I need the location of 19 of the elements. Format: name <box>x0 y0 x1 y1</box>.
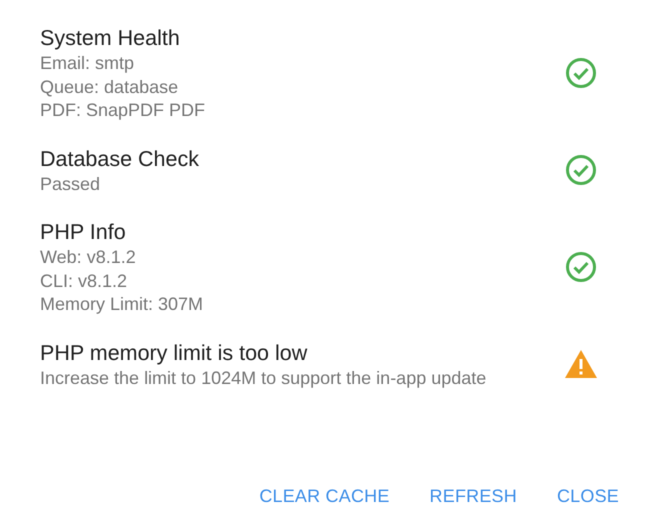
check-detail: CLI: v8.1.2 <box>40 270 128 292</box>
check-circle-icon <box>565 57 597 90</box>
check-detail: Web: v8.1.2 <box>40 246 137 269</box>
check-circle-icon <box>565 154 597 186</box>
check-title: PHP memory limit is too low <box>40 340 308 366</box>
check-detail: Email: smtp <box>40 52 136 75</box>
check-title: PHP Info <box>40 219 127 246</box>
check-title: System Health <box>40 25 181 52</box>
dialog-button[interactable]: CLOSE <box>540 478 635 515</box>
check-detail: PDF: SnapPDF PDF <box>40 99 206 122</box>
check-title: Database Check <box>40 146 200 172</box>
check-detail: Passed <box>40 172 102 196</box>
dialog-button[interactable]: CLEAR CACHE <box>243 478 406 515</box>
check-detail: Queue: database <box>40 76 180 98</box>
dialog-button[interactable]: REFRESH <box>414 478 533 515</box>
check-circle-icon <box>565 251 597 284</box>
check-detail: Increase the limit to 1024M to support the in-app update <box>40 366 488 390</box>
warning-icon <box>564 349 598 380</box>
check-detail: Memory Limit: 307M <box>40 293 204 316</box>
